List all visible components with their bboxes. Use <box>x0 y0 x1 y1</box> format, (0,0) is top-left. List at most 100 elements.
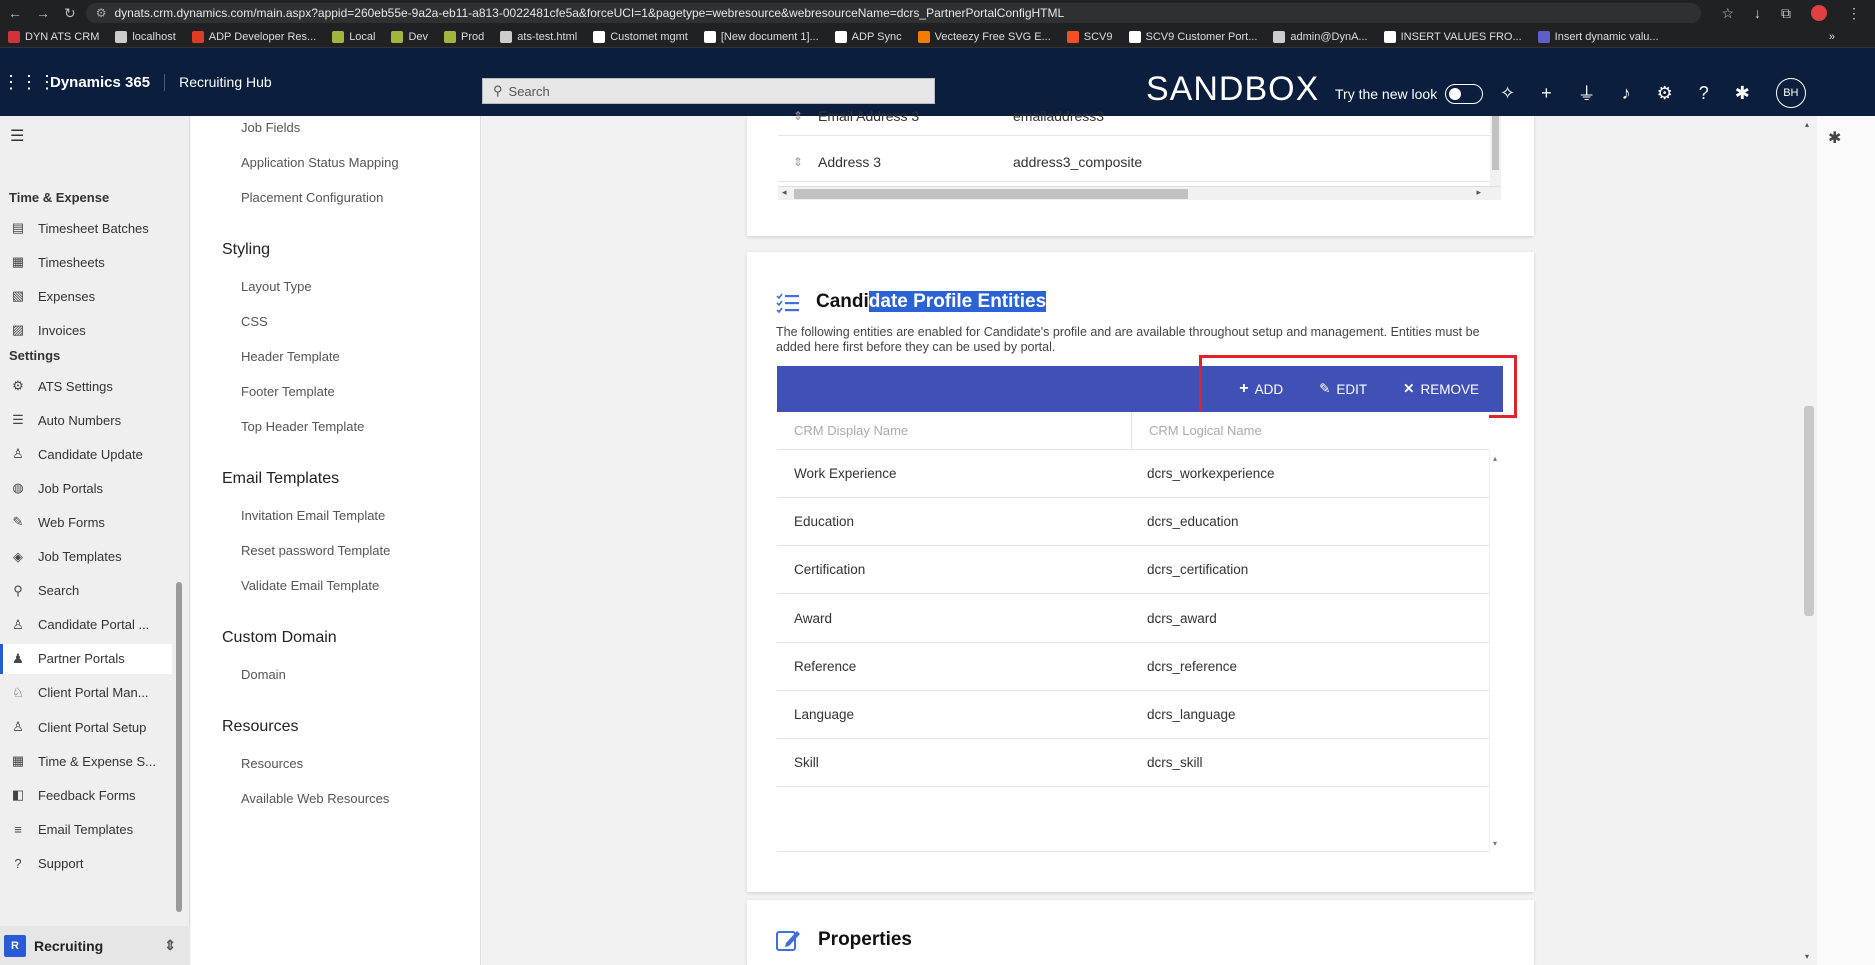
avatar[interactable]: BH <box>1775 78 1806 108</box>
config-link[interactable]: Validate Email Template <box>241 578 379 593</box>
config-link[interactable]: Reset password Template <box>241 543 390 558</box>
address-table-vscroll[interactable] <box>1490 116 1501 186</box>
config-link[interactable]: Placement Configuration <box>241 190 383 205</box>
table-row[interactable]: Reference dcrs_reference <box>777 642 1489 691</box>
table-row[interactable]: Work Experience dcrs_workexperience <box>777 450 1489 498</box>
extensions-icon[interactable]: ⧉ <box>1781 5 1791 22</box>
config-link[interactable]: Top Header Template <box>241 419 364 434</box>
grid-vscroll[interactable]: ▴ ▾ <box>1489 450 1503 852</box>
config-link[interactable]: Footer Template <box>241 384 335 399</box>
app-launcher-icon[interactable]: ⋮⋮⋮ <box>2 72 56 93</box>
forward-icon[interactable]: → <box>36 5 50 22</box>
bookmarks-more-icon[interactable]: » <box>1829 31 1875 43</box>
bookmark-item[interactable]: SCV9 Customer Port... <box>1121 30 1266 43</box>
drag-handle-icon[interactable]: ⇕ <box>778 109 818 123</box>
sitemap-item[interactable]: ▨ Invoices <box>0 315 172 345</box>
bookmark-item[interactable]: INSERT VALUES FRO... <box>1376 30 1530 43</box>
profile-icon[interactable] <box>1811 5 1827 21</box>
scroll-up-icon[interactable]: ▴ <box>1805 120 1809 129</box>
sitemap-item[interactable]: ♟ Partner Portals <box>0 643 172 674</box>
column-header-logical-name[interactable]: CRM Logical Name <box>1132 412 1489 449</box>
table-row[interactable]: ⇕ Email Address 3 emailaddress3 <box>778 96 1490 136</box>
table-row[interactable]: Certification dcrs_certification <box>777 546 1489 595</box>
scroll-thumb[interactable] <box>794 189 1188 199</box>
bookmark-item[interactable]: SCV9 <box>1059 30 1121 43</box>
sitemap-item[interactable]: ▤ Timesheet Batches <box>0 213 172 243</box>
table-row[interactable]: Skill dcrs_skill <box>777 739 1489 788</box>
scroll-down-icon[interactable]: ▾ <box>1493 839 1497 848</box>
lightbulb-icon[interactable]: ✧ <box>1500 83 1515 104</box>
config-link[interactable]: Invitation Email Template <box>241 508 385 523</box>
config-link[interactable]: Domain <box>241 667 286 682</box>
address-table-hscroll[interactable]: ◂ ▸ <box>778 186 1501 200</box>
site-info-icon[interactable]: ⚙ <box>96 6 107 20</box>
bookmark-item[interactable]: ADP Sync <box>827 30 910 43</box>
table-row[interactable]: Language dcrs_language <box>777 691 1489 739</box>
bookmark-item[interactable]: DYN ATS CRM <box>0 30 107 43</box>
sitemap-item[interactable]: ♙ Client Portal Setup <box>0 712 172 742</box>
scroll-up-icon[interactable]: ▴ <box>1493 454 1497 463</box>
app-title[interactable]: Dynamics 365 <box>36 73 166 91</box>
copilot-pane-icon[interactable]: ✱ <box>1828 128 1841 148</box>
bookmark-item[interactable]: [New document 1]... <box>696 30 827 43</box>
bookmark-item[interactable]: localhost <box>107 30 183 43</box>
scroll-thumb[interactable] <box>1492 116 1499 170</box>
url-field[interactable]: ⚙ dynats.crm.dynamics.com/main.aspx?appi… <box>85 3 1702 23</box>
filter-icon[interactable]: ⏚ <box>1578 80 1596 106</box>
sitemap-item[interactable]: ▦ Timesheets <box>0 247 172 277</box>
sitemap-item[interactable]: ◧ Feedback Forms <box>0 780 172 810</box>
gear-icon[interactable]: ⚙ <box>1657 83 1673 104</box>
config-link[interactable]: CSS <box>241 314 268 329</box>
config-link[interactable]: Application Status Mapping <box>241 155 399 170</box>
bookmark-item[interactable]: admin@DynA... <box>1265 30 1375 43</box>
bookmark-star-icon[interactable]: ☆ <box>1721 5 1734 22</box>
page-scrollbar[interactable]: ▴ ▾ <box>1801 116 1817 965</box>
bookmark-item[interactable]: Customet mgmt <box>585 30 696 43</box>
sitemap-item[interactable]: ⚙ ATS Settings <box>0 371 172 401</box>
sitemap-scrollbar[interactable] <box>176 582 182 912</box>
area-switcher[interactable]: R Recruiting ⇕ <box>0 926 190 965</box>
extension-pin-icon[interactable]: ↓ <box>1754 5 1761 21</box>
config-link[interactable]: Job Fields <box>241 120 300 135</box>
scroll-right-icon[interactable]: ▸ <box>1476 187 1481 198</box>
help-icon[interactable]: ? <box>1699 83 1709 104</box>
app-name[interactable]: Recruiting Hub <box>165 74 286 90</box>
sitemap-item[interactable]: ▦ Time & Expense S... <box>0 746 172 776</box>
config-link[interactable]: Available Web Resources <box>241 791 389 806</box>
sitemap-item[interactable]: ♘ Client Portal Man... <box>0 678 172 708</box>
plus-icon[interactable]: + <box>1541 83 1552 104</box>
bookmark-item[interactable]: ats-test.html <box>492 30 585 43</box>
column-header-display-name[interactable]: CRM Display Name <box>777 412 1132 449</box>
bookmark-item[interactable]: Prod <box>436 30 492 43</box>
table-row[interactable]: Education dcrs_education <box>777 498 1489 547</box>
drag-handle-icon[interactable]: ⇕ <box>778 155 818 169</box>
table-row[interactable]: ⇕ Address 3 address3_composite <box>778 142 1490 182</box>
hamburger-icon[interactable]: ☰ <box>10 126 24 146</box>
sitemap-item[interactable]: ⚲ Search <box>0 576 172 606</box>
scroll-thumb[interactable] <box>1804 406 1814 616</box>
bookmark-item[interactable]: Insert dynamic valu... <box>1530 30 1667 43</box>
bookmark-item[interactable]: Vecteezy Free SVG E... <box>910 30 1059 43</box>
bookmark-item[interactable]: ADP Developer Res... <box>184 30 324 43</box>
browser-menu-icon[interactable]: ⋮ <box>1847 5 1861 22</box>
sitemap-item[interactable]: ◍ Job Portals <box>0 473 172 503</box>
table-row[interactable]: Award dcrs_award <box>777 594 1489 643</box>
config-link[interactable]: Header Template <box>241 349 340 364</box>
sitemap-item[interactable]: ✎ Web Forms <box>0 507 172 537</box>
sitemap-item[interactable]: ☰ Auto Numbers <box>0 405 172 435</box>
bell-icon[interactable]: ♪ <box>1622 83 1631 104</box>
scroll-left-icon[interactable]: ◂ <box>782 187 787 198</box>
sitemap-item[interactable]: ♙ Candidate Portal ... <box>0 610 172 640</box>
sitemap-item[interactable]: ≡ Email Templates <box>0 814 172 844</box>
bookmark-item[interactable]: Dev <box>383 30 436 43</box>
reload-icon[interactable]: ↻ <box>64 5 76 22</box>
config-link[interactable]: Layout Type <box>241 279 312 294</box>
scroll-down-icon[interactable]: ▾ <box>1805 952 1809 961</box>
back-icon[interactable]: ← <box>8 5 22 22</box>
sitemap-item[interactable]: ? Support <box>0 848 172 878</box>
sitemap-item[interactable]: ◈ Job Templates <box>0 542 172 572</box>
config-link[interactable]: Resources <box>241 756 303 771</box>
sitemap-item[interactable]: ♙ Candidate Update <box>0 439 172 469</box>
bookmark-item[interactable]: Local <box>324 30 383 43</box>
copilot-icon[interactable]: ✱ <box>1735 83 1750 104</box>
